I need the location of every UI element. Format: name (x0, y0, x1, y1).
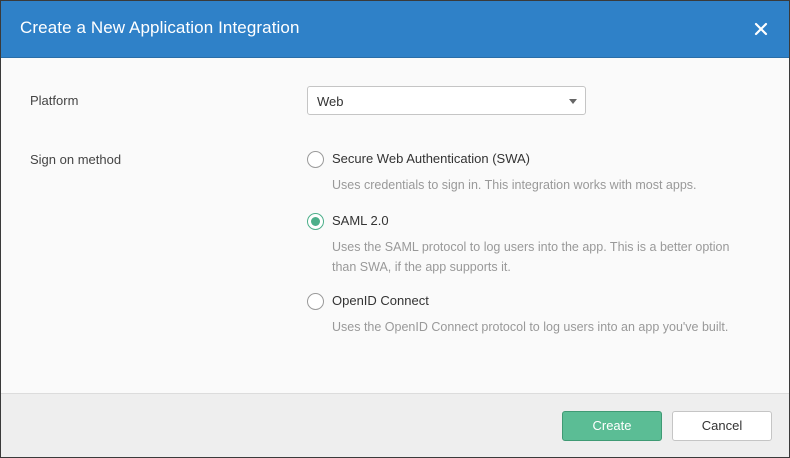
platform-select[interactable]: Web (307, 86, 586, 115)
option-description-swa: Uses credentials to sign in. This integr… (332, 178, 697, 192)
chevron-down-icon (569, 99, 577, 104)
option-description-saml: Uses the SAML protocol to log users into… (332, 240, 730, 274)
radio-saml[interactable] (307, 213, 324, 230)
create-button[interactable]: Create (562, 411, 662, 441)
radio-swa[interactable] (307, 151, 324, 168)
dialog-title: Create a New Application Integration (20, 18, 300, 37)
cancel-button[interactable]: Cancel (672, 411, 772, 441)
dialog-footer: Create Cancel (1, 393, 789, 457)
option-description-oidc: Uses the OpenID Connect protocol to log … (332, 320, 729, 334)
option-label-oidc[interactable]: OpenID Connect (332, 293, 429, 308)
sign-on-method-label: Sign on method (30, 152, 122, 167)
dialog-header: Create a New Application Integration (1, 1, 789, 58)
platform-label: Platform (30, 93, 79, 108)
dialog-body: Platform Web Sign on method Secure Web A… (1, 58, 789, 393)
platform-select-value: Web (317, 94, 344, 109)
radio-oidc[interactable] (307, 293, 324, 310)
close-icon[interactable] (753, 21, 769, 37)
create-app-integration-dialog: Create a New Application Integration Pla… (0, 0, 790, 458)
option-label-swa[interactable]: Secure Web Authentication (SWA) (332, 151, 530, 166)
option-label-saml[interactable]: SAML 2.0 (332, 213, 389, 228)
